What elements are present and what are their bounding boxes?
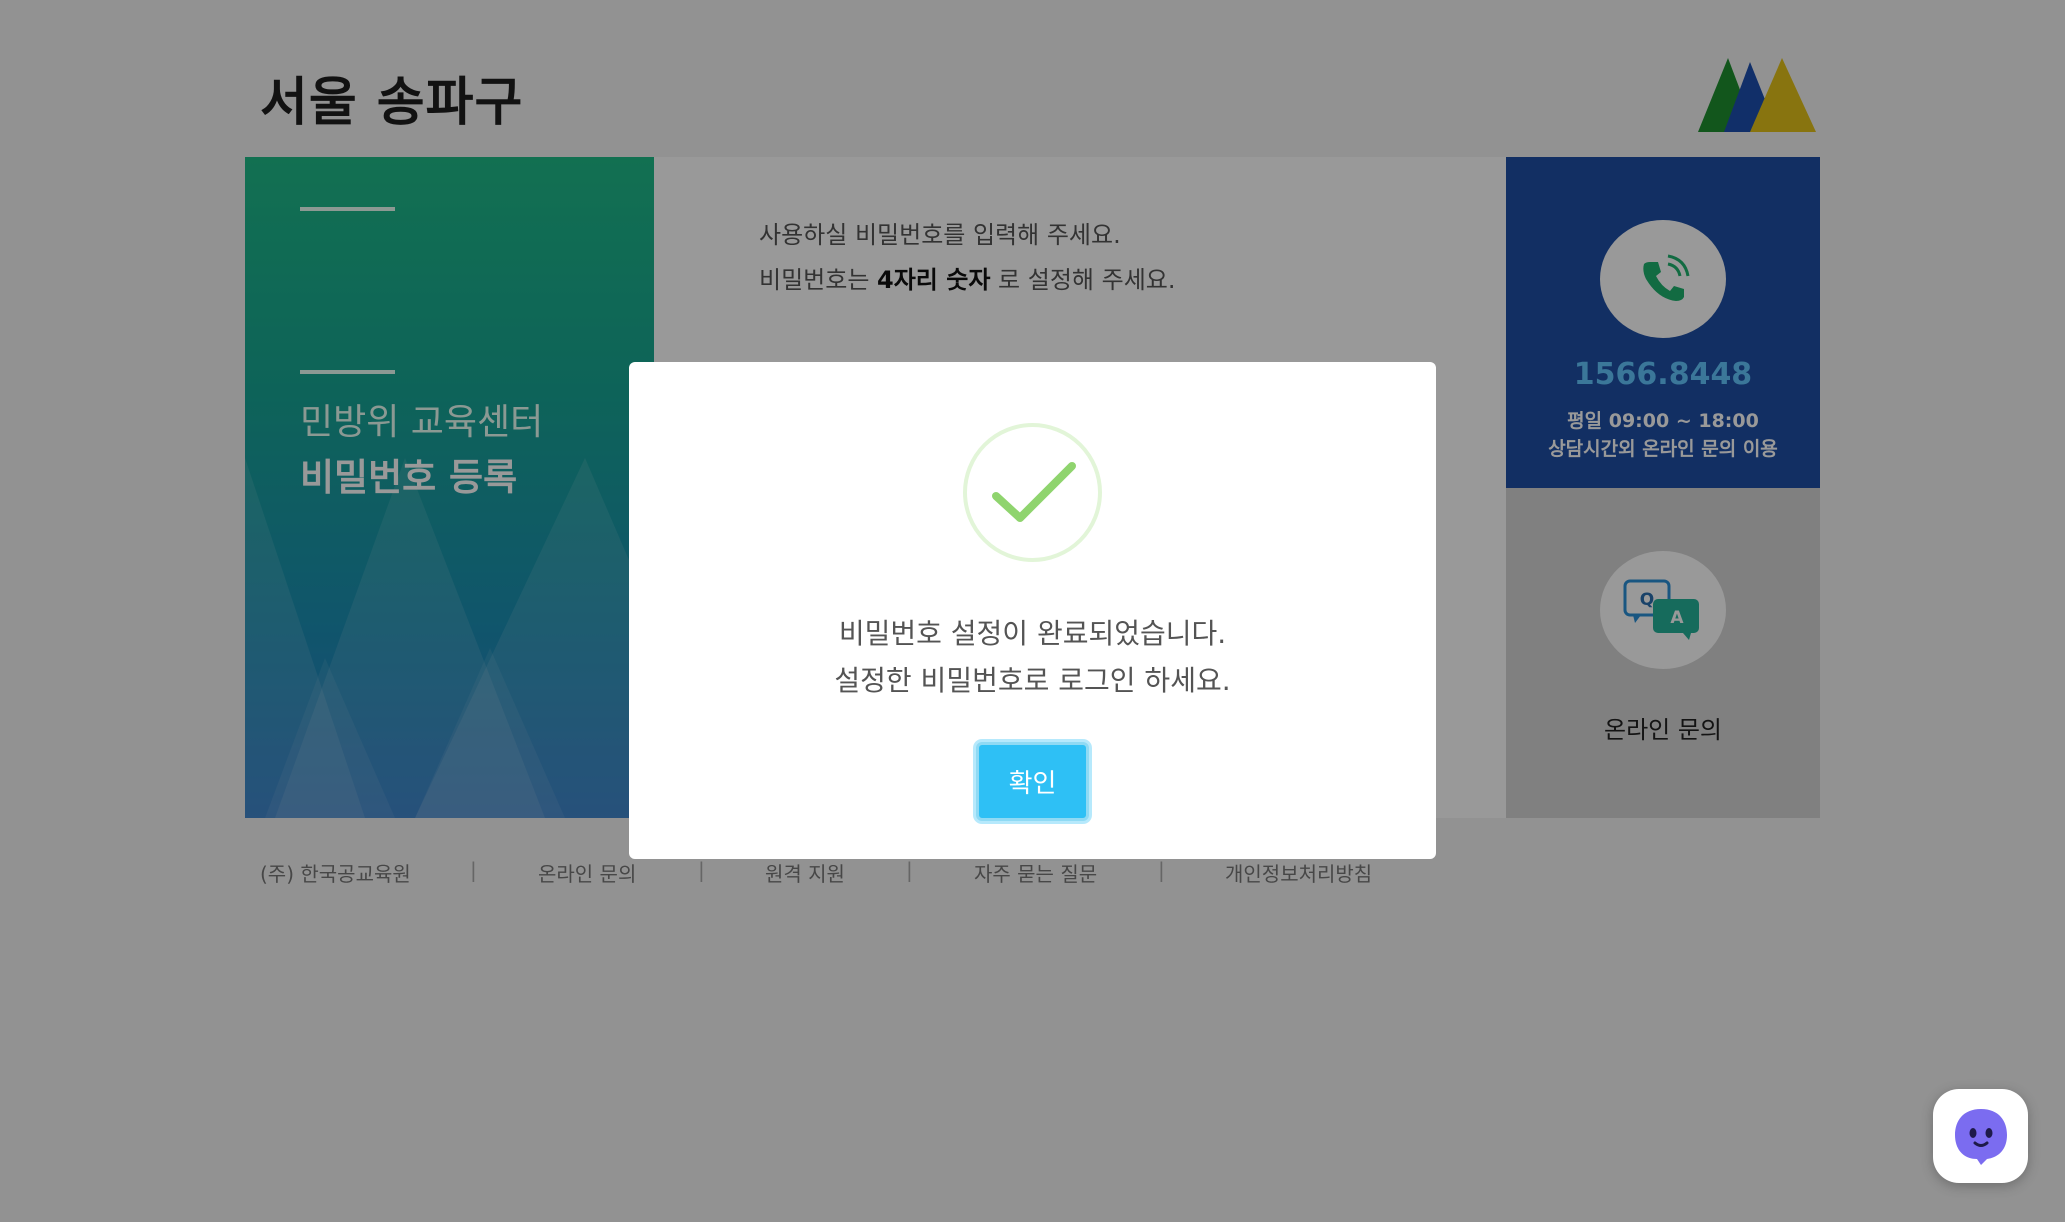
- confirm-button[interactable]: 확인: [976, 742, 1089, 821]
- check-icon: [991, 461, 1076, 522]
- success-dialog: 비밀번호 설정이 완료되었습니다. 설정한 비밀번호로 로그인 하세요. 확인: [629, 362, 1436, 859]
- chatbot-icon: [1954, 1109, 2007, 1165]
- chatbot-button[interactable]: [1933, 1089, 2028, 1183]
- dialog-message-line-2: 설정한 비밀번호로 로그인 하세요.: [834, 664, 1231, 697]
- dialog-message-line-1: 비밀번호 설정이 완료되었습니다.: [838, 617, 1227, 650]
- success-check-circle: [963, 423, 1102, 562]
